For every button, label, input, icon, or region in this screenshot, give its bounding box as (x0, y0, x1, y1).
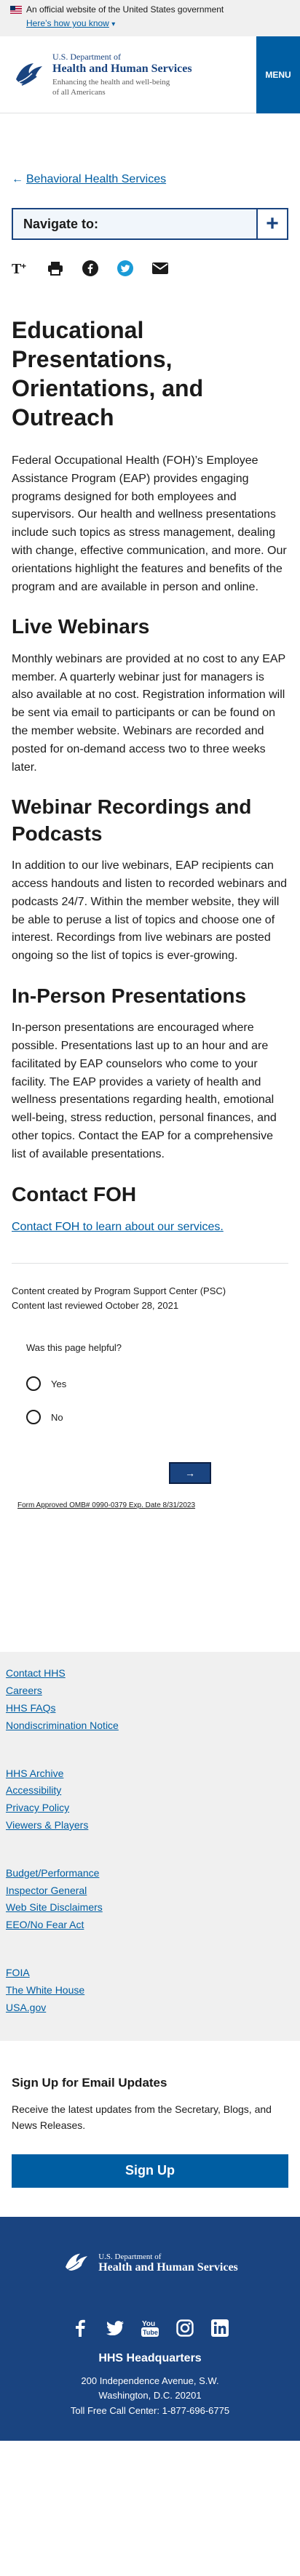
footer-logo-hhs-line: Health and Human Services (98, 2260, 238, 2274)
section-heading-contact: Contact FOH (12, 1182, 137, 1205)
footer-link-careers[interactable]: Careers (6, 1682, 294, 1700)
footer-link-group-4: FOIA The White House USA.gov (6, 1965, 294, 2016)
gov-banner: An official website of the United States… (0, 0, 300, 36)
footer-address: 200 Independence Avenue, S.W. Washington… (12, 2374, 288, 2419)
chevron-down-icon: ▾ (111, 20, 116, 28)
youtube-icon[interactable]: You Tube (141, 2319, 159, 2338)
signup-heading: Sign Up for Email Updates (12, 2076, 167, 2090)
linkedin-icon[interactable] (210, 2319, 229, 2338)
logo-tagline-1: Enhancing the health and well-being (52, 77, 170, 87)
official-website-text: An official website of the United States… (26, 4, 224, 15)
facebook-icon[interactable] (71, 2319, 90, 2338)
section-body-live-webinars: Monthly webinars are provided at no cost… (12, 652, 285, 774)
section-heading-live-webinars: Live Webinars (12, 615, 150, 638)
navigate-to-dropdown[interactable]: Navigate to: + (12, 208, 288, 240)
print-icon[interactable] (47, 260, 64, 277)
signup-button[interactable]: Sign Up (12, 2154, 288, 2188)
survey-option-yes[interactable]: Yes (26, 1376, 285, 1392)
instagram-icon[interactable] (175, 2319, 194, 2338)
social-links: You Tube (12, 2319, 288, 2338)
footer-address-line2: Washington, D.C. 20201 (98, 2390, 202, 2402)
footer-link-group-3: Budget/Performance Inspector General Web… (6, 1865, 294, 1934)
section-heading-in-person: In-Person Presentations (12, 984, 247, 1007)
footer-link-viewers-players[interactable]: Viewers & Players (6, 1817, 294, 1834)
page-title: Educational Presentations, Orientations,… (12, 317, 204, 430)
signup-text: Receive the latest updates from the Secr… (12, 2103, 272, 2131)
hhs-logo[interactable]: U.S. Department of Health and Human Serv… (12, 36, 192, 113)
radio-yes[interactable] (26, 1376, 41, 1392)
survey-question: Was this page helpful? (26, 1342, 122, 1354)
survey-option-no-label: No (51, 1411, 63, 1423)
svg-text:T: T (12, 261, 22, 276)
footer-link-privacy-policy[interactable]: Privacy Policy (6, 1799, 294, 1817)
heres-how-you-know-link[interactable]: Here’s how you know (26, 18, 109, 28)
footer-logo-dept-line: U.S. Department of (98, 2252, 162, 2261)
footer-link-white-house[interactable]: The White House (6, 1982, 294, 1999)
email-signup: Sign Up for Email Updates Receive the la… (0, 2041, 300, 2216)
footer-link-group-2: HHS Archive Accessibility Privacy Policy… (6, 1765, 294, 1834)
footer-link-foia[interactable]: FOIA (6, 1965, 294, 1982)
svg-text:+: + (21, 261, 26, 271)
menu-button[interactable]: MENU (256, 36, 300, 113)
footer-link-eeo[interactable]: EEO/No Fear Act (6, 1917, 294, 1934)
contact-foh-link[interactable]: Contact FOH to learn about our services. (12, 1221, 288, 1234)
facebook-icon[interactable] (82, 260, 99, 277)
footer-phone: Toll Free Call Center: 1-877-696-6775 (70, 2405, 230, 2417)
text-size-icon[interactable]: T + (12, 260, 29, 277)
navigate-to-label: Navigate to: (23, 216, 99, 231)
footer-hhs-logo[interactable]: U.S. Department of Health and Human Serv… (12, 2249, 288, 2278)
section-body-recordings: In addition to our live webinars, EAP re… (12, 859, 288, 963)
logo-hhs-line: Health and Human Services (52, 62, 192, 75)
section-heading-recordings: Webinar Recordings and Podcasts (12, 795, 252, 845)
hhs-eagle-icon (16, 63, 42, 86)
omb-approval-link[interactable]: Form Approved OMB# 0990-0379 Exp. Date 8… (17, 1501, 285, 1509)
arrow-left-icon: ← (12, 173, 23, 185)
content-created-by: Content created by Program Support Cente… (12, 1285, 226, 1297)
breadcrumb-label: Behavioral Health Services (26, 173, 167, 185)
footer-link-disclaimers[interactable]: Web Site Disclaimers (6, 1899, 294, 1917)
email-icon[interactable] (151, 260, 169, 277)
footer-link-accessibility[interactable]: Accessibility (6, 1782, 294, 1799)
footer-link-budget[interactable]: Budget/Performance (6, 1865, 294, 1882)
footer-link-inspector-general[interactable]: Inspector General (6, 1882, 294, 1900)
main-content: ← Behavioral Health Services Navigate to… (0, 173, 300, 1313)
share-toolbar: T + (12, 259, 288, 278)
footer-address-line1: 200 Independence Avenue, S.W. (81, 2375, 219, 2386)
logo-tagline-2: of all Americans (52, 88, 106, 97)
footer-links: Contact HHS Careers HHS FAQs Nondiscrimi… (0, 1652, 300, 2042)
footer-hq-title: HHS Headquarters (98, 2351, 202, 2364)
helpful-survey: Was this page helpful? Yes No → Form App… (0, 1342, 300, 1509)
radio-no[interactable] (26, 1410, 41, 1425)
section-body-in-person: In-person presentations are encouraged w… (12, 1022, 277, 1160)
twitter-icon[interactable] (117, 260, 134, 277)
content-meta: Content created by Program Support Cente… (12, 1284, 288, 1313)
site-footer: U.S. Department of Health and Human Serv… (0, 2216, 300, 2441)
footer-eagle-icon (66, 2253, 88, 2271)
us-flag-icon (10, 5, 22, 14)
site-header: U.S. Department of Health and Human Serv… (0, 36, 300, 113)
content-last-reviewed: Content last reviewed October 28, 2021 (12, 1300, 179, 1312)
logo-dept-line: U.S. Department of (52, 51, 121, 62)
breadcrumb-back-link[interactable]: ← Behavioral Health Services (12, 173, 288, 186)
intro-paragraph: Federal Occupational Health (FOH)’s Empl… (12, 454, 287, 593)
survey-submit-button[interactable]: → (169, 1462, 211, 1485)
twitter-icon[interactable] (106, 2319, 125, 2338)
survey-option-no[interactable]: No (26, 1410, 285, 1425)
expand-plus-icon[interactable]: + (256, 209, 287, 238)
footer-link-usa-gov[interactable]: USA.gov (6, 1999, 294, 2017)
footer-link-hhs-archive[interactable]: HHS Archive (6, 1765, 294, 1783)
content-divider (12, 1263, 288, 1264)
footer-link-contact-hhs[interactable]: Contact HHS (6, 1665, 294, 1682)
footer-link-group-1: Contact HHS Careers HHS FAQs Nondiscrimi… (6, 1665, 294, 1734)
footer-link-nondiscrimination[interactable]: Nondiscrimination Notice (6, 1717, 294, 1735)
svg-text:Tube: Tube (143, 2329, 158, 2336)
survey-option-yes-label: Yes (51, 1378, 67, 1389)
footer-link-hhs-faqs[interactable]: HHS FAQs (6, 1700, 294, 1717)
svg-text:You: You (142, 2320, 155, 2328)
